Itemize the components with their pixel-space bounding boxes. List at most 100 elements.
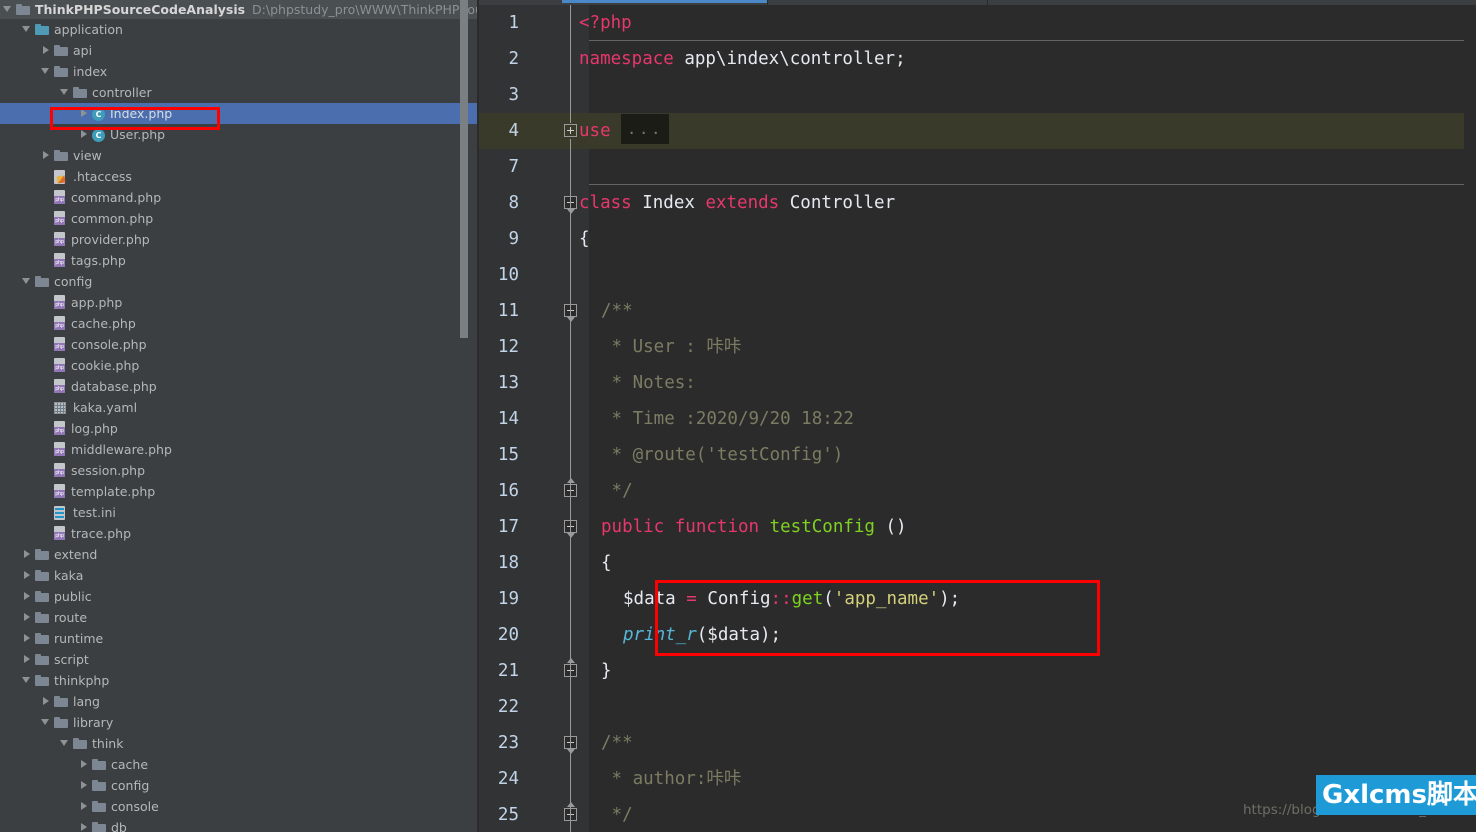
code-line[interactable]: 17 public function testConfig () [479,509,1476,545]
code-text: */ [601,473,633,509]
tree-item-tags-php[interactable]: tags.php [0,250,477,271]
project-root-header[interactable]: ThinkPHPSourceCodeAnalysis D:\phpstudy_p… [0,0,477,19]
tree-item-trace-php[interactable]: trace.php [0,523,477,544]
tree-item-application[interactable]: application [0,19,477,40]
line-number: 13 [497,373,519,393]
code-line[interactable]: 10 [479,257,1476,293]
expand-triangle-icon[interactable] [23,634,32,643]
line-number: 14 [497,409,519,429]
project-tool-window[interactable]: ThinkPHPSourceCodeAnalysis D:\phpstudy_p… [0,0,477,832]
tree-item-index[interactable]: index [0,61,477,82]
editor-marker-stripe[interactable] [1464,5,1476,832]
tree-item--htaccess[interactable]: .htaccess [0,166,477,187]
collapse-triangle-icon[interactable] [60,739,70,748]
code-line[interactable]: 9{ [479,221,1476,257]
tree-item-runtime[interactable]: runtime [0,628,477,649]
code-line[interactable]: 23 /** [479,725,1476,761]
collapse-triangle-icon[interactable] [22,676,32,685]
tree-item-view[interactable]: view [0,145,477,166]
code-editor[interactable]: 1 <?php 2 namespace app\index\controller; 3 4… [479,0,1476,832]
tree-item-api[interactable]: api [0,40,477,61]
expand-triangle-icon[interactable] [80,760,89,769]
tree-item-middleware-php[interactable]: middleware.php [0,439,477,460]
expand-triangle-icon[interactable] [23,550,32,559]
code-line[interactable]: 7 [479,149,1476,185]
tree-item-public[interactable]: public [0,586,477,607]
tree-item-library[interactable]: library [0,712,477,733]
collapse-triangle-icon[interactable] [41,67,51,76]
tree-item-database-php[interactable]: database.php [0,376,477,397]
tree-item-cache[interactable]: cache [0,754,477,775]
tree-item-script[interactable]: script [0,649,477,670]
code-line[interactable]: 8 class Index extends Controller [479,185,1476,221]
collapse-triangle-icon[interactable] [41,718,51,727]
tree-item-console[interactable]: console [0,796,477,817]
tree-item-controller[interactable]: controller [0,82,477,103]
code-line[interactable]: 4 use ... [479,113,1476,149]
code-line[interactable]: 13 * Notes: [479,365,1476,401]
tree-item-extend[interactable]: extend [0,544,477,565]
tree-item-common-php[interactable]: common.php [0,208,477,229]
tree-scrollbar-thumb[interactable] [460,0,468,338]
tree-item-kaka[interactable]: kaka [0,565,477,586]
expand-triangle-icon[interactable] [23,655,32,664]
expand-triangle-icon[interactable] [80,823,89,832]
tree-item-think[interactable]: think [0,733,477,754]
fold-expand-icon[interactable] [563,123,578,138]
code-line[interactable]: 19 $data = Config::get('app_name'); [479,581,1476,617]
expand-triangle-icon[interactable] [23,613,32,622]
tree-item-kaka-yaml[interactable]: kaka.yaml [0,397,477,418]
code-line[interactable]: 20 print_r($data); [479,617,1476,653]
code-line[interactable]: 21} [479,653,1476,689]
tree-item-index-php[interactable]: Index.php [0,103,477,124]
expand-triangle-icon[interactable] [23,571,32,580]
tree-item-app-php[interactable]: app.php [0,292,477,313]
expand-triangle-icon[interactable] [42,697,51,706]
tree-item-log-php[interactable]: log.php [0,418,477,439]
code-line[interactable]: 14 * Time :2020/9/20 18:22 [479,401,1476,437]
tree-item-test-ini[interactable]: test.ini [0,502,477,523]
code-content[interactable]: 1 <?php 2 namespace app\index\controller; 3 4… [479,5,1476,832]
tree-item-cookie-php[interactable]: cookie.php [0,355,477,376]
collapsed-region-icon[interactable]: ... [621,114,670,144]
code-line[interactable]: 1 <?php [479,5,1476,41]
tree-item-db[interactable]: db [0,817,477,832]
collapse-triangle-icon[interactable] [60,88,70,97]
code-line[interactable]: 15 * @route('testConfig') [479,437,1476,473]
fold-region-start-icon [567,533,575,538]
tree-item-session-php[interactable]: session.php [0,460,477,481]
code-line[interactable]: 2 namespace app\index\controller; [479,41,1476,77]
tree-item-cache-php[interactable]: cache.php [0,313,477,334]
code-line[interactable]: 11 /** [479,293,1476,329]
tree-item-config[interactable]: config [0,775,477,796]
expand-triangle-icon[interactable] [42,46,51,55]
code-line[interactable]: 18 { [479,545,1476,581]
expand-triangle-icon[interactable] [42,151,51,160]
expand-triangle-icon[interactable] [80,802,89,811]
tree-item-command-php[interactable]: command.php [0,187,477,208]
code-line[interactable]: 12 * User : 咔咔 [479,329,1476,365]
folder-icon [35,674,50,688]
tree-item-provider-php[interactable]: provider.php [0,229,477,250]
expand-triangle-icon[interactable] [3,5,13,14]
expand-triangle-icon[interactable] [80,130,89,139]
tree-item-user-php[interactable]: User.php [0,124,477,145]
tree-item-thinkphp[interactable]: thinkphp [0,670,477,691]
tree-item-config[interactable]: config [0,271,477,292]
tree-item-route[interactable]: route [0,607,477,628]
tree-item-label: tags.php [71,253,126,268]
tree-item-console-php[interactable]: console.php [0,334,477,355]
file-tree[interactable]: application api index controller Index.php Us… [0,19,477,832]
tree-item-template-php[interactable]: template.php [0,481,477,502]
code-line[interactable]: 16 */ [479,473,1476,509]
collapse-triangle-icon[interactable] [22,25,32,34]
expand-triangle-icon[interactable] [80,781,89,790]
collapse-triangle-icon[interactable] [22,277,32,286]
expand-triangle-icon[interactable] [23,592,32,601]
yaml-file-icon [54,401,69,415]
code-line[interactable]: 22 [479,689,1476,725]
tree-item-lang[interactable]: lang [0,691,477,712]
code-line[interactable]: 3 [479,77,1476,113]
expand-triangle-icon[interactable] [80,109,89,118]
